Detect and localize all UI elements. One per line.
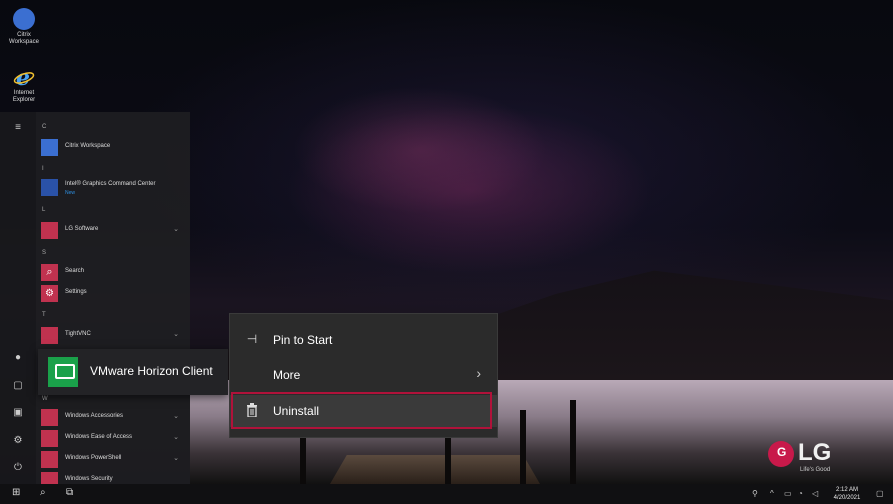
group-letter[interactable]: C bbox=[42, 124, 46, 130]
start-app-list: C Citrix Workspace I Intel® Graphics Com… bbox=[36, 112, 190, 484]
task-view-icon[interactable]: ⧉ bbox=[66, 487, 73, 498]
settings-icon[interactable]: ⚙ bbox=[10, 435, 26, 446]
app-settings[interactable]: ⚙ Settings bbox=[41, 285, 187, 303]
app-search[interactable]: ⌕ Search bbox=[41, 264, 187, 282]
chevron-down-icon: ⌄ bbox=[173, 331, 179, 338]
menu-item-pin-to-start[interactable]: ⊣ Pin to Start bbox=[230, 324, 497, 356]
chevron-up-icon[interactable]: ^ bbox=[770, 489, 774, 498]
app-windows-accessories[interactable]: Windows Accessories ⌄ bbox=[41, 409, 187, 427]
wallpaper-pier bbox=[330, 455, 540, 484]
taskbar: ⊞ ⌕ ⧉ ⚲ ^ ▭ ◔ ◁ 2:12 AM 4/20/2021 ▢ bbox=[0, 484, 893, 504]
chevron-down-icon: ⌄ bbox=[173, 226, 179, 233]
power-icon[interactable]: ⏻ bbox=[10, 462, 26, 473]
wallpaper-post bbox=[520, 410, 526, 484]
group-letter[interactable]: I bbox=[42, 166, 44, 172]
wallpaper-post bbox=[570, 400, 576, 484]
citrix-icon bbox=[41, 139, 58, 156]
vmware-horizon-icon bbox=[48, 357, 78, 387]
hamburger-menu-icon[interactable]: ≡ bbox=[10, 122, 26, 133]
gear-icon: ⚙ bbox=[41, 285, 58, 302]
taskbar-clock[interactable]: 2:12 AM 4/20/2021 bbox=[826, 486, 868, 502]
folder-icon bbox=[41, 472, 58, 484]
volume-icon[interactable]: ◁ bbox=[812, 489, 818, 498]
lg-logo: G LG Life's Good bbox=[768, 437, 848, 477]
group-letter[interactable]: T bbox=[42, 312, 46, 318]
internet-explorer-icon: e bbox=[13, 65, 35, 91]
menu-item-more[interactable]: More › bbox=[230, 359, 497, 391]
app-windows-powershell[interactable]: Windows PowerShell ⌄ bbox=[41, 451, 187, 469]
group-letter[interactable]: W bbox=[42, 396, 48, 402]
chevron-down-icon: ⌄ bbox=[173, 455, 179, 462]
chevron-down-icon: ⌄ bbox=[173, 434, 179, 441]
search-icon[interactable]: ⌕ bbox=[40, 487, 46, 498]
citrix-icon bbox=[13, 8, 35, 30]
pin-icon: ⊣ bbox=[246, 332, 258, 346]
intel-graphics-icon bbox=[41, 179, 58, 196]
desktop-icon-citrix[interactable]: Citrix Workspace bbox=[6, 8, 42, 46]
app-lg-software[interactable]: LG Software ⌄ bbox=[41, 222, 187, 240]
chevron-down-icon: ⌄ bbox=[173, 413, 179, 420]
app-intel-graphics[interactable]: Intel® Graphics Command Center New bbox=[41, 179, 187, 197]
folder-icon bbox=[41, 327, 58, 344]
folder-icon bbox=[41, 222, 58, 239]
start-rail: ≡ ● ▢ ▣ ⚙ ⏻ bbox=[0, 112, 36, 484]
app-citrix-workspace[interactable]: Citrix Workspace bbox=[41, 139, 187, 157]
folder-icon bbox=[41, 430, 58, 447]
battery-icon[interactable]: ▭ bbox=[784, 489, 792, 498]
app-vmware-horizon-client[interactable]: VMware Horizon Client bbox=[38, 349, 228, 395]
app-tightvnc[interactable]: TightVNC ⌄ bbox=[41, 327, 187, 345]
folder-icon bbox=[41, 451, 58, 468]
desktop-icon-internet-explorer[interactable]: e Internet Explorer bbox=[6, 65, 42, 104]
notification-icon[interactable]: ▢ bbox=[876, 489, 884, 498]
chevron-right-icon: › bbox=[476, 365, 481, 381]
group-letter[interactable]: L bbox=[42, 207, 45, 213]
search-icon: ⌕ bbox=[41, 264, 58, 281]
people-icon[interactable]: ⚲ bbox=[752, 489, 758, 498]
network-icon[interactable]: ◔ bbox=[798, 489, 803, 498]
folder-icon bbox=[41, 409, 58, 426]
user-avatar-icon[interactable]: ● bbox=[10, 352, 26, 363]
pictures-icon[interactable]: ▣ bbox=[10, 407, 26, 418]
app-windows-ease-of-access[interactable]: Windows Ease of Access ⌄ bbox=[41, 430, 187, 448]
documents-icon[interactable]: ▢ bbox=[10, 380, 26, 391]
group-letter[interactable]: S bbox=[42, 250, 46, 256]
app-windows-security[interactable]: Windows Security bbox=[41, 472, 187, 484]
windows-start-icon[interactable]: ⊞ bbox=[12, 487, 20, 498]
uninstall-highlight-box bbox=[231, 392, 492, 429]
